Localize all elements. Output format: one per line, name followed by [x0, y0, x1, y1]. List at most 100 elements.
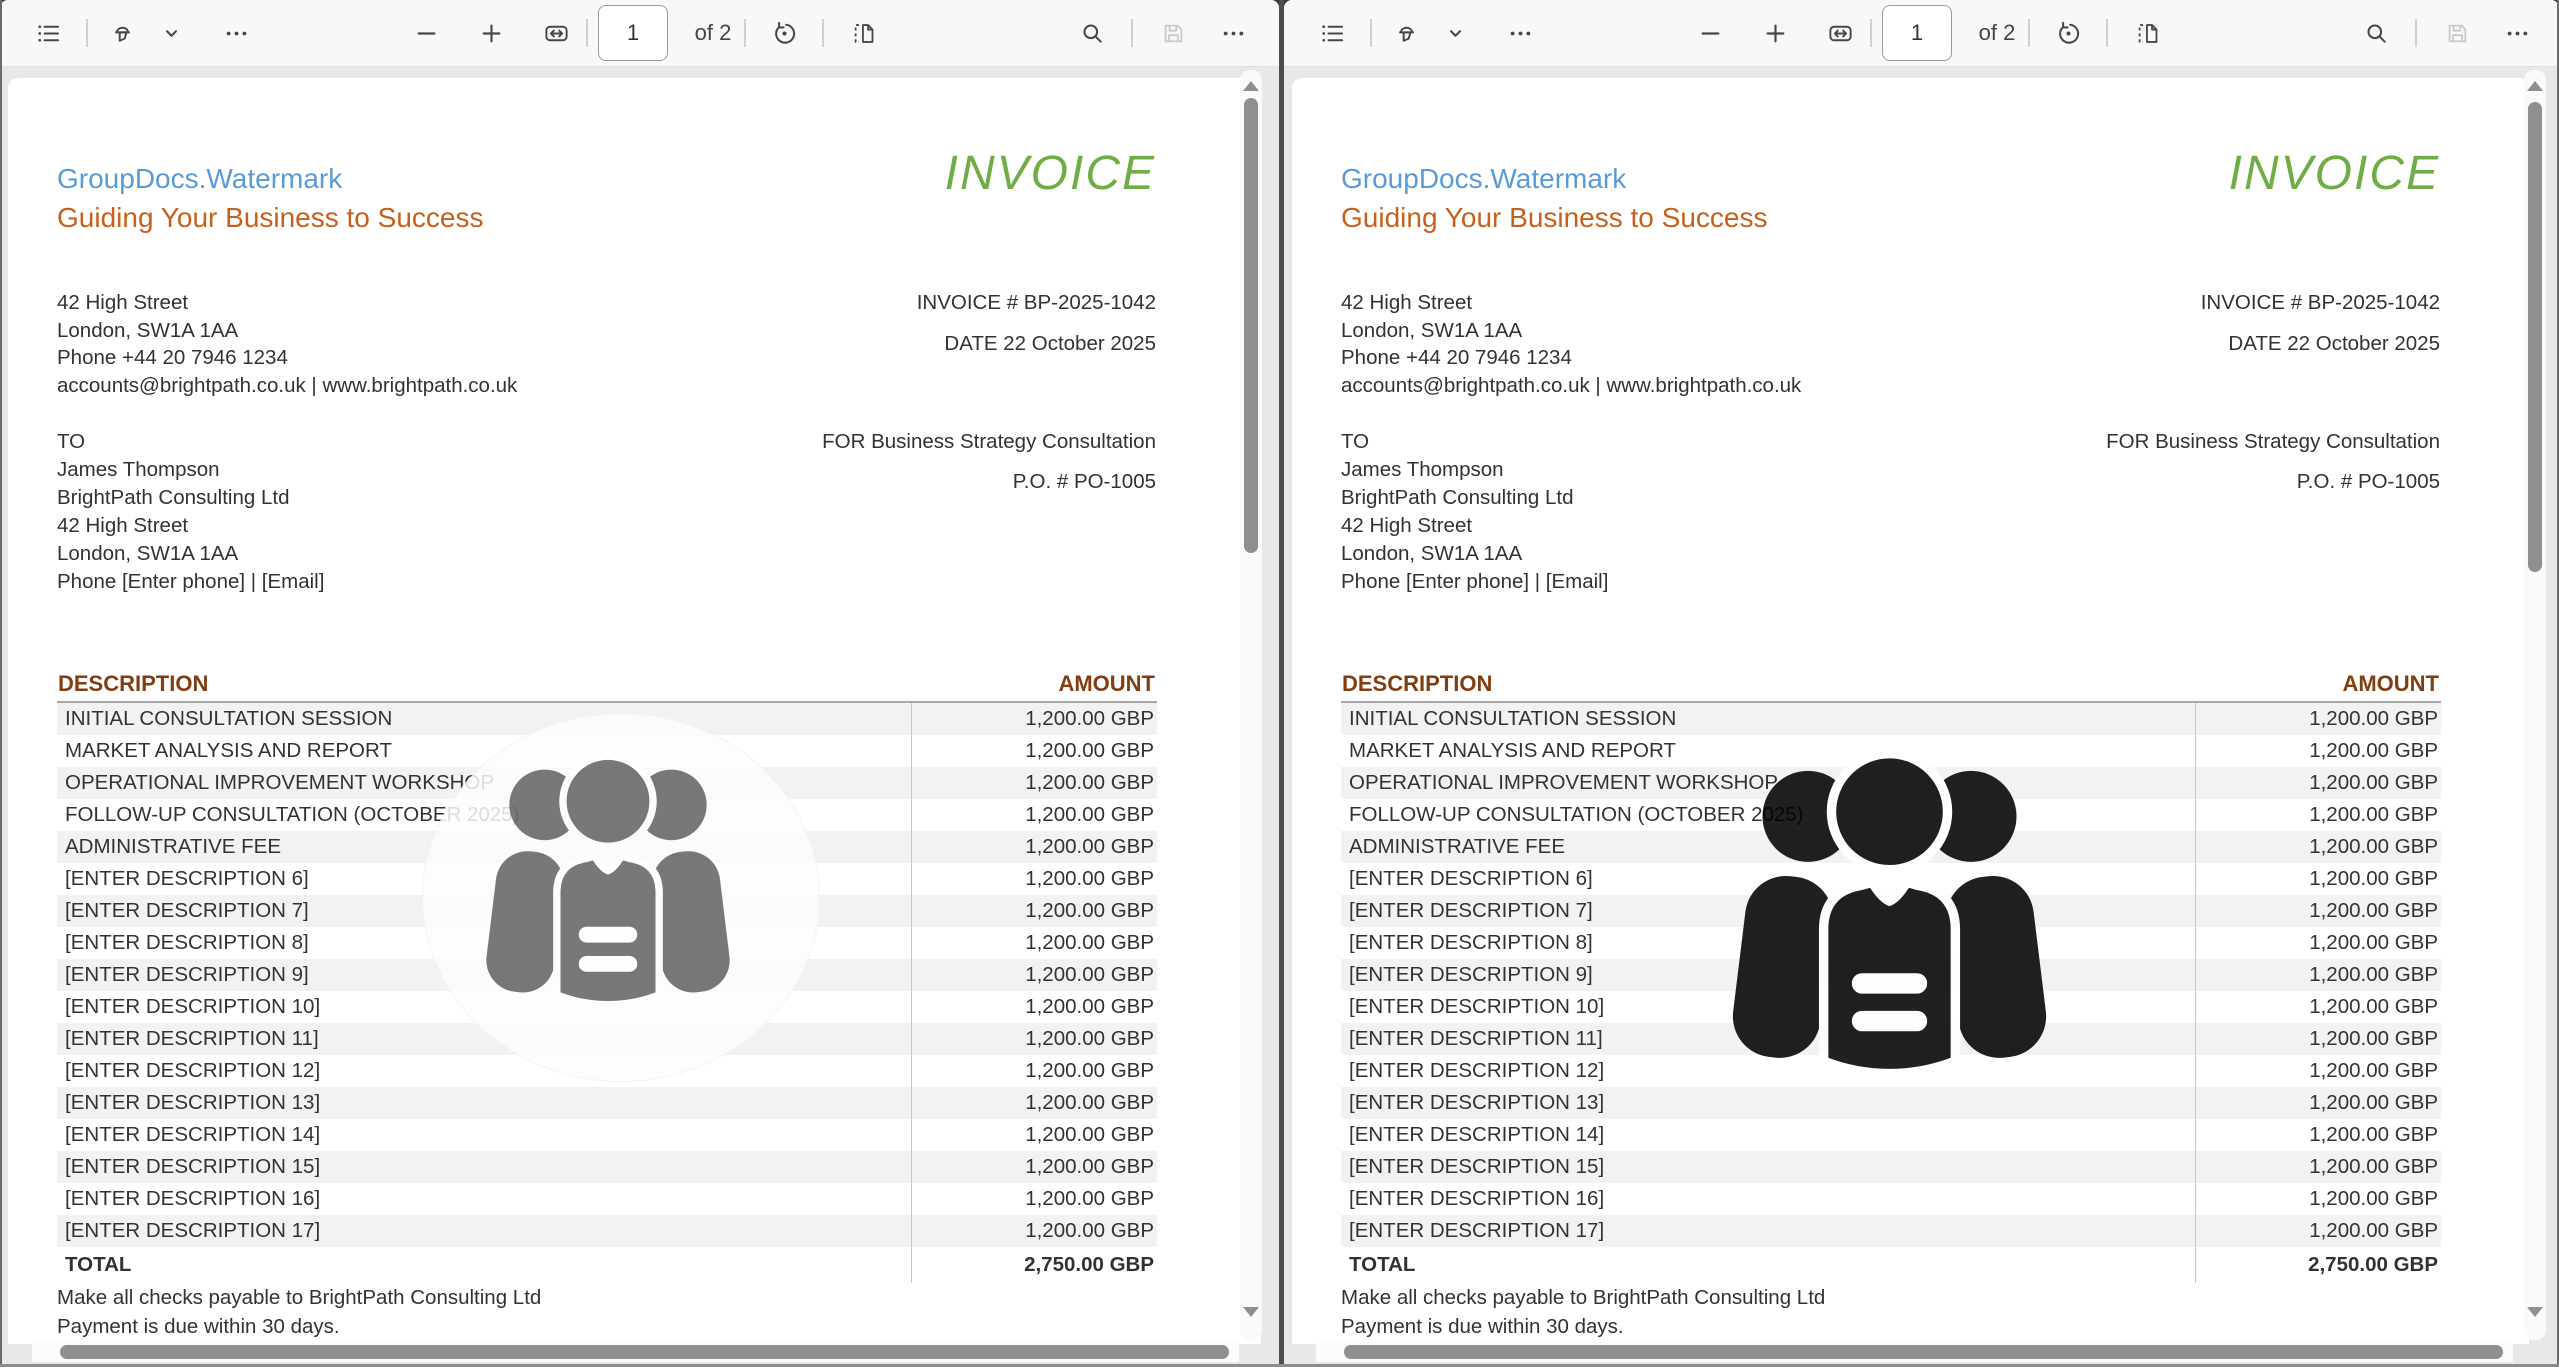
invoice-date: DATE 22 October 2025 — [2201, 332, 2440, 356]
scroll-down-button[interactable] — [2524, 1302, 2546, 1322]
toolbar-divider — [1131, 19, 1133, 47]
rotate-button[interactable] — [2046, 11, 2090, 55]
table-header: DESCRIPTION AMOUNT — [57, 666, 1157, 703]
horizontal-scrollbar[interactable] — [1316, 1342, 2513, 1362]
toolbar-divider — [1870, 19, 1872, 47]
table-row: INITIAL CONSULTATION SESSION1,200.00 GBP — [1341, 703, 2441, 735]
brand-tagline: Guiding Your Business to Success — [57, 202, 483, 234]
table-header: DESCRIPTION AMOUNT — [1341, 666, 2441, 703]
vertical-scrollbar[interactable] — [2524, 70, 2546, 1340]
invoice-meta: INVOICE # BP-2025-1042 DATE 22 October 2… — [2201, 291, 2440, 356]
table-row: [ENTER DESCRIPTION 16]1,200.00 GBP — [57, 1183, 1157, 1215]
scroll-up-button[interactable] — [1240, 76, 1262, 96]
zoom-in-button[interactable] — [469, 11, 513, 55]
document-type-heading: INVOICE — [945, 146, 1156, 201]
toc-button[interactable] — [26, 11, 70, 55]
toolbar-divider — [1370, 19, 1372, 47]
pdf-page[interactable]: GroupDocs.Watermark Guiding Your Busines… — [1292, 78, 2529, 1344]
page-view-button[interactable] — [841, 11, 885, 55]
save-button[interactable] — [1151, 11, 1195, 55]
po-number: P.O. # PO-1005 — [822, 470, 1156, 494]
company-address: 42 High Street London, SW1A 1AA Phone +4… — [57, 289, 517, 399]
zoom-out-button[interactable] — [404, 11, 448, 55]
pdf-toolbar: of 2 — [0, 0, 1279, 67]
highlighter-button[interactable] — [1384, 11, 1428, 55]
toolbar-more-button[interactable] — [1211, 11, 1255, 55]
for-line: FOR Business Strategy Consultation — [2106, 430, 2440, 454]
brand-title: GroupDocs.Watermark — [1341, 163, 1626, 195]
vertical-scroll-thumb[interactable] — [1244, 98, 1258, 553]
toolbar-divider — [586, 19, 588, 47]
invoice-number: INVOICE # BP-2025-1042 — [2201, 291, 2440, 315]
highlighter-dropdown-button[interactable] — [1433, 11, 1477, 55]
toolbar-divider — [2415, 19, 2417, 47]
total-row: TOTAL 2,750.00 GBP — [57, 1247, 1157, 1283]
annotation-more-button[interactable] — [214, 11, 258, 55]
page-count-label: of 2 — [680, 0, 746, 66]
toolbar-divider — [2106, 19, 2108, 47]
table-row: [ENTER DESCRIPTION 15]1,200.00 GBP — [1341, 1151, 2441, 1183]
company-address: 42 High Street London, SW1A 1AA Phone +4… — [1341, 289, 1801, 399]
document-type-heading: INVOICE — [2229, 146, 2440, 201]
toolbar-divider — [2028, 19, 2030, 47]
invoice-date: DATE 22 October 2025 — [917, 332, 1156, 356]
highlighter-button[interactable] — [100, 11, 144, 55]
window-divider[interactable] — [1279, 0, 1284, 1367]
table-row: [ENTER DESCRIPTION 14]1,200.00 GBP — [1341, 1119, 2441, 1151]
page-count-label: of 2 — [1964, 0, 2030, 66]
rotate-button[interactable] — [762, 11, 806, 55]
highlighter-dropdown-button[interactable] — [149, 11, 193, 55]
table-row: [ENTER DESCRIPTION 17]1,200.00 GBP — [1341, 1215, 2441, 1247]
payment-terms: Make all checks payable to BrightPath Co… — [1341, 1284, 1825, 1341]
vertical-scroll-thumb[interactable] — [2528, 102, 2542, 572]
zoom-in-button[interactable] — [1753, 11, 1797, 55]
page-number-input[interactable] — [598, 5, 668, 61]
annotation-more-button[interactable] — [1498, 11, 1542, 55]
page-number-input[interactable] — [1882, 5, 1952, 61]
vertical-scrollbar[interactable] — [1240, 70, 1262, 1340]
brand-title: GroupDocs.Watermark — [57, 163, 342, 195]
pdf-pane-left: of 2 GroupDocs.Watermark Guiding Your Bu… — [0, 0, 1279, 1364]
pdf-page[interactable]: GroupDocs.Watermark Guiding Your Busines… — [8, 78, 1261, 1344]
toolbar-divider — [86, 19, 88, 47]
invoice-number: INVOICE # BP-2025-1042 — [917, 291, 1156, 315]
toolbar-divider — [822, 19, 824, 47]
toc-button[interactable] — [1310, 11, 1354, 55]
scroll-down-button[interactable] — [1240, 1302, 1262, 1322]
groupdocs-watermark-icon — [482, 744, 734, 1012]
zoom-out-button[interactable] — [1688, 11, 1732, 55]
search-button[interactable] — [2354, 11, 2398, 55]
page-view-button[interactable] — [2125, 11, 2169, 55]
invoice-document: GroupDocs.Watermark Guiding Your Busines… — [57, 78, 1160, 1344]
table-row: [ENTER DESCRIPTION 16]1,200.00 GBP — [1341, 1183, 2441, 1215]
bill-to-block: TO James Thompson BrightPath Consulting … — [57, 428, 324, 596]
table-row: [ENTER DESCRIPTION 17]1,200.00 GBP — [57, 1215, 1157, 1247]
for-block: FOR Business Strategy Consultation P.O. … — [2106, 430, 2440, 494]
scroll-up-button[interactable] — [2524, 76, 2546, 96]
fit-to-width-button[interactable] — [534, 11, 578, 55]
fit-to-width-button[interactable] — [1818, 11, 1862, 55]
invoice-meta: INVOICE # BP-2025-1042 DATE 22 October 2… — [917, 291, 1156, 356]
horizontal-scrollbar[interactable] — [32, 1342, 1239, 1362]
horizontal-scroll-thumb[interactable] — [1344, 1345, 2503, 1359]
toolbar-divider — [744, 19, 746, 47]
window-edge — [0, 0, 2, 1367]
pdf-toolbar: of 2 — [1284, 0, 2559, 67]
brand-tagline: Guiding Your Business to Success — [1341, 202, 1767, 234]
search-button[interactable] — [1070, 11, 1114, 55]
payment-terms: Make all checks payable to BrightPath Co… — [57, 1284, 541, 1341]
table-row: [ENTER DESCRIPTION 14]1,200.00 GBP — [57, 1119, 1157, 1151]
total-row: TOTAL 2,750.00 GBP — [1341, 1247, 2441, 1283]
table-row: [ENTER DESCRIPTION 13]1,200.00 GBP — [1341, 1087, 2441, 1119]
for-line: FOR Business Strategy Consultation — [822, 430, 1156, 454]
po-number: P.O. # PO-1005 — [2106, 470, 2440, 494]
toolbar-more-button[interactable] — [2495, 11, 2539, 55]
table-row: [ENTER DESCRIPTION 13]1,200.00 GBP — [57, 1087, 1157, 1119]
table-row: [ENTER DESCRIPTION 15]1,200.00 GBP — [57, 1151, 1157, 1183]
for-block: FOR Business Strategy Consultation P.O. … — [822, 430, 1156, 494]
horizontal-scroll-thumb[interactable] — [60, 1345, 1229, 1359]
bill-to-block: TO James Thompson BrightPath Consulting … — [1341, 428, 1608, 596]
pdf-pane-right: of 2 GroupDocs.Watermark Guiding Your Bu… — [1284, 0, 2559, 1364]
save-button[interactable] — [2435, 11, 2479, 55]
invoice-document: GroupDocs.Watermark Guiding Your Busines… — [1341, 78, 2444, 1344]
